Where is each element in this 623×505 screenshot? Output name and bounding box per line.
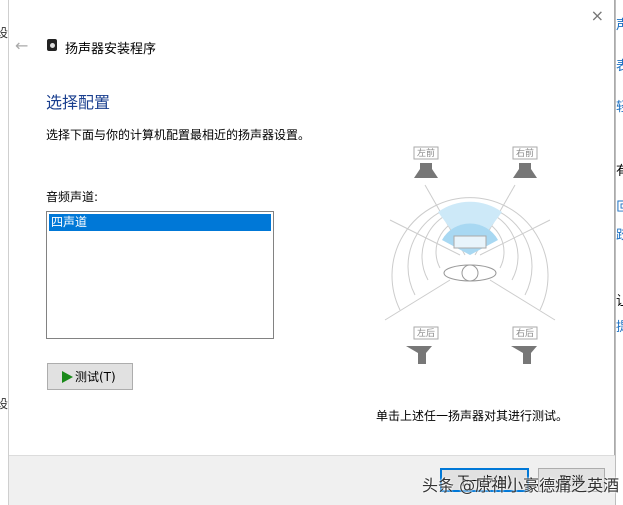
watermark: 头条 @原神小豪德痛之英酒 [422, 476, 620, 495]
speaker-label: 左后 [417, 327, 435, 339]
speaker-label: 右前 [516, 147, 534, 159]
test-button-label: 测试(T) [75, 370, 116, 384]
speaker-front-right[interactable]: 右前 [512, 146, 538, 178]
dialog-title: 扬声器安装程序 [65, 42, 157, 57]
speaker-front-left[interactable]: 左前 [413, 146, 439, 178]
channel-option-selected[interactable]: 四声道 [49, 214, 271, 231]
background-link[interactable]: 提 [616, 316, 623, 335]
keyboard [453, 235, 487, 249]
background-text: 设 [0, 26, 9, 40]
listener-head [461, 264, 479, 282]
background-text: 让 [616, 294, 623, 309]
background-link[interactable]: 声 [616, 14, 623, 33]
speaker-diagram: 左前 右前 左后 右后 [384, 146, 556, 364]
back-arrow-icon[interactable]: ← [15, 36, 28, 55]
channel-label: 音频声道: [46, 190, 99, 204]
hint-text: 单击上述任一扬声器对其进行测试。 [376, 409, 569, 423]
background-link[interactable]: 跤 [616, 224, 623, 243]
close-icon[interactable]: × [591, 6, 604, 25]
channel-listbox[interactable]: 四声道 [46, 211, 274, 339]
background-link[interactable]: 轻 [616, 96, 623, 115]
background-window-left: 设 设 [0, 0, 9, 505]
speaker-rear-left[interactable]: 左后 [406, 326, 439, 364]
speaker-setup-dialog: × ← 扬声器安装程序 选择配置 选择下面与你的计算机配置最相近的扬声器设置。 … [9, 0, 615, 505]
speaker-icon [47, 39, 57, 51]
speaker-rear-right[interactable]: 右后 [511, 326, 538, 364]
background-text: 设 [0, 397, 9, 411]
speaker-label: 右后 [516, 327, 534, 339]
speaker-label: 左前 [417, 147, 435, 159]
background-link[interactable]: 表 [616, 55, 623, 74]
background-link[interactable]: 叵 [616, 196, 623, 215]
background-window-right: 声 表 轻 有 叵 跤 让 提 [615, 0, 623, 505]
page-heading: 选择配置 [46, 93, 111, 112]
description: 选择下面与你的计算机配置最相近的扬声器设置。 [46, 128, 311, 142]
test-button[interactable]: 测试(T) [47, 363, 133, 390]
background-text: 有 [616, 164, 623, 179]
play-icon [62, 370, 73, 383]
